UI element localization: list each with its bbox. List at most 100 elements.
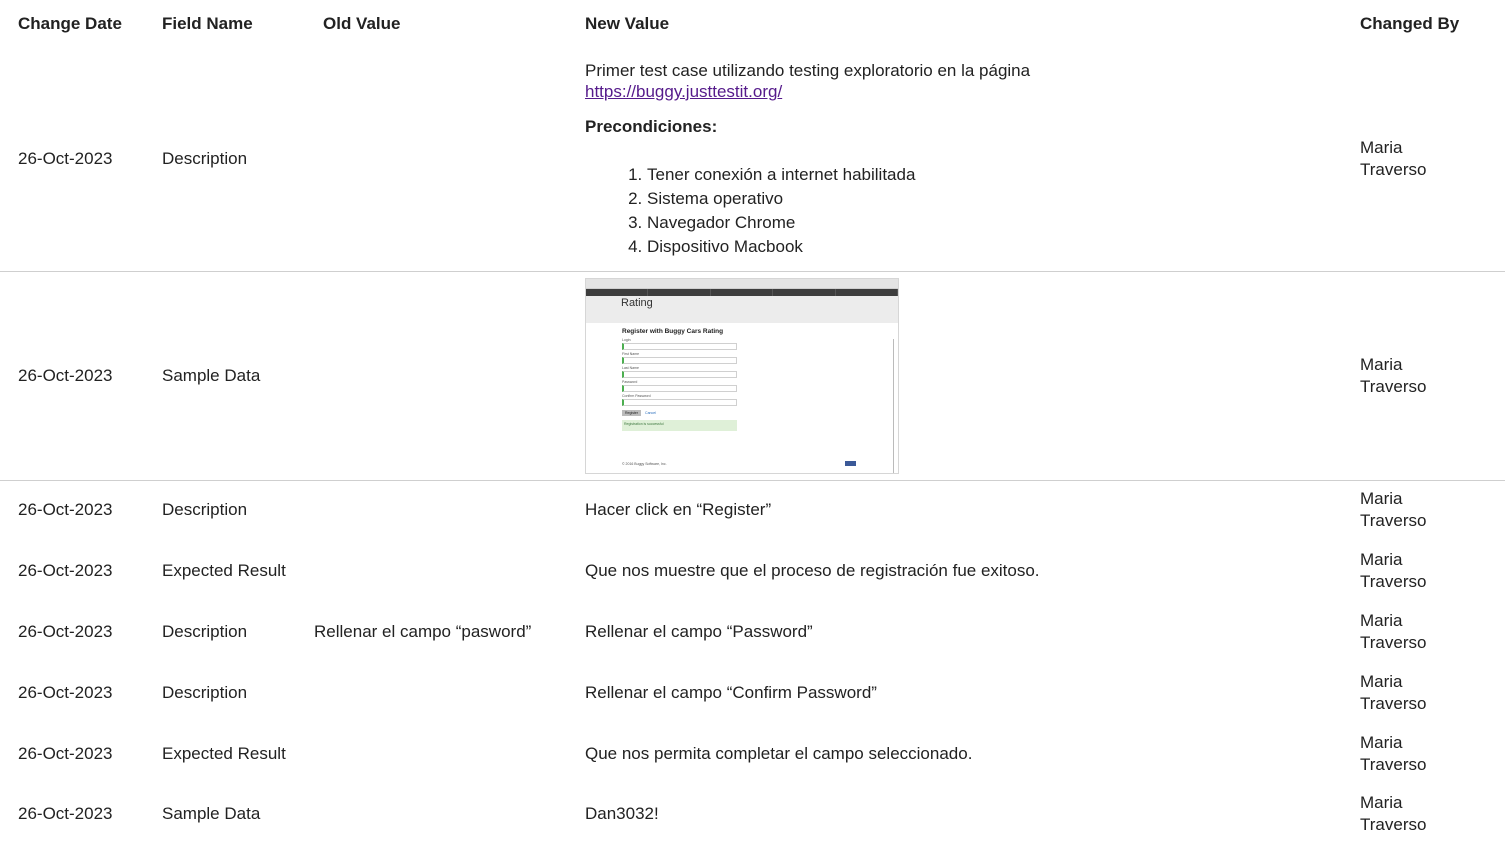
sample-data-screenshot: Rating Register with Buggy Cars Rating L… xyxy=(585,277,899,474)
banner-text: Rating xyxy=(621,296,653,309)
changed-by-last: Traverso xyxy=(1360,160,1427,180)
changed-by-first: Maria xyxy=(1360,138,1403,158)
changed-by-cell: Maria Traverso xyxy=(1357,271,1505,481)
header-change-date: Change Date xyxy=(18,14,122,33)
field-name-cell: Sample Data xyxy=(148,271,309,481)
browser-tab-strip xyxy=(586,288,898,296)
table-row: 26-Oct-2023 Description Rellenar el camp… xyxy=(0,662,1505,723)
new-value-cell: Hacer click en “Register” xyxy=(585,500,772,520)
list-item: Navegador Chrome xyxy=(647,211,1357,235)
changed-by-last: Traverso xyxy=(1360,511,1427,531)
change-date-cell: 26-Oct-2023 xyxy=(0,271,148,481)
changed-by-last: Traverso xyxy=(1360,815,1427,834)
old-value-cell xyxy=(309,723,580,784)
changed-by-first: Maria xyxy=(1360,793,1403,812)
changed-by-last: Traverso xyxy=(1360,693,1427,713)
new-value-cell: Rellenar el campo “Password” xyxy=(585,621,813,641)
change-date-cell: 26-Oct-2023 xyxy=(18,621,113,641)
form-title: Register with Buggy Cars Rating xyxy=(622,327,724,335)
changed-by-first: Maria xyxy=(1360,732,1403,752)
form-label: First Name xyxy=(622,351,640,356)
login-input xyxy=(622,342,737,350)
changed-by-last: Traverso xyxy=(1360,754,1427,774)
header-old-value: Old Value xyxy=(323,14,401,33)
cancel-link: Cancel xyxy=(645,410,656,415)
changed-by-cell: Maria Traverso xyxy=(1357,601,1505,662)
form-label: Password xyxy=(622,379,638,384)
table-row: 26-Oct-2023 Sample Data Rating Register … xyxy=(0,271,1505,481)
change-date-cell: 26-Oct-2023 xyxy=(0,48,148,272)
list-item: Dispositivo Macbook xyxy=(647,235,1357,259)
register-button: Register xyxy=(622,409,642,416)
field-name-cell: Description xyxy=(162,500,248,520)
new-value-cell: Que nos permita completar el campo selec… xyxy=(585,743,973,763)
table-row: 26-Oct-2023 Description Rellenar el camp… xyxy=(0,601,1505,662)
table-row: 26-Oct-2023 Expected Result Que nos mues… xyxy=(0,540,1505,601)
preconditions-list: Tener conexión a internet habilitada Sis… xyxy=(585,163,1357,259)
new-value-cell: Primer test case utilizando testing expl… xyxy=(580,48,1357,272)
change-history-table: Change Date Field Name Old Value New Val… xyxy=(0,0,1505,844)
changed-by-cell: Maria Traverso xyxy=(1357,48,1505,272)
old-value-cell xyxy=(309,662,580,723)
old-value-cell xyxy=(309,540,580,601)
changed-by-last: Traverso xyxy=(1360,571,1427,591)
table-header: Change Date Field Name Old Value New Val… xyxy=(0,0,1505,48)
table-row: 26-Oct-2023 Sample Data Dan3032! Maria T… xyxy=(0,784,1505,844)
list-item: Sistema operativo xyxy=(647,187,1357,211)
new-value-cell: Rellenar el campo “Confirm Password” xyxy=(585,682,877,702)
header-changed-by: Changed By xyxy=(1360,14,1460,33)
screenshot-banner: Rating xyxy=(586,295,898,323)
table-row: 26-Oct-2023 Expected Result Que nos perm… xyxy=(0,723,1505,784)
form-label: Confirm Password xyxy=(622,393,651,398)
old-value-cell xyxy=(309,271,580,481)
change-date-cell: 26-Oct-2023 xyxy=(18,804,113,823)
password-input xyxy=(622,384,737,392)
header-new-value: New Value xyxy=(585,14,670,33)
changed-by-first: Maria xyxy=(1360,671,1403,691)
header-field-name: Field Name xyxy=(162,14,253,33)
first-name-input xyxy=(622,356,737,364)
old-value-cell: Rellenar el campo “pasword” xyxy=(314,621,532,641)
last-name-input xyxy=(622,370,737,378)
changed-by-last: Traverso xyxy=(1360,632,1427,652)
description-text: Primer test case utilizando testing expl… xyxy=(585,60,1357,102)
changed-by-last: Traverso xyxy=(1360,376,1427,396)
table-row: 26-Oct-2023 Description Hacer click en “… xyxy=(0,480,1505,540)
form-label: Last Name xyxy=(622,365,639,370)
new-value-cell: Que nos muestre que el proceso de regist… xyxy=(585,560,1040,580)
field-name-cell: Expected Result xyxy=(162,743,286,763)
change-date-cell: 26-Oct-2023 xyxy=(18,560,113,580)
screenshot-footer: © 2016 Buggy Software, Inc. xyxy=(622,461,667,466)
browser-toolbar xyxy=(586,278,898,289)
old-value-cell xyxy=(309,480,580,540)
change-date-cell: 26-Oct-2023 xyxy=(18,743,113,763)
social-icons xyxy=(845,460,856,466)
changed-by-cell: Maria Traverso xyxy=(1357,480,1505,540)
old-value-cell xyxy=(309,48,580,272)
changed-by-cell: Maria Traverso xyxy=(1357,723,1505,784)
new-value-cell: Dan3032! xyxy=(585,804,659,823)
changed-by-first: Maria xyxy=(1360,549,1403,569)
list-item: Tener conexión a internet habilitada xyxy=(647,163,1357,187)
buggy-site-link[interactable]: https://buggy.justtestit.org/ xyxy=(585,82,782,101)
changed-by-cell: Maria Traverso xyxy=(1357,662,1505,723)
field-name-cell: Sample Data xyxy=(162,804,261,823)
field-name-cell: Description xyxy=(162,682,248,702)
changed-by-first: Maria xyxy=(1360,489,1403,509)
screenshot-scrollbar xyxy=(893,338,894,473)
confirm-password-input xyxy=(622,398,737,406)
register-form: Register with Buggy Cars Rating Login Fi… xyxy=(622,328,737,431)
table-row: 26-Oct-2023 Description Primer test case… xyxy=(0,48,1505,272)
change-date-cell: 26-Oct-2023 xyxy=(18,682,113,702)
field-name-cell: Expected Result xyxy=(162,560,286,580)
form-buttons: Register Cancel xyxy=(622,409,737,416)
changed-by-cell: Maria Traverso xyxy=(1357,540,1505,601)
preconditions-heading: Precondiciones: xyxy=(585,117,718,136)
success-message: Registration is successful xyxy=(622,419,737,431)
description-intro: Primer test case utilizando testing expl… xyxy=(585,61,1031,80)
change-date-cell: 26-Oct-2023 xyxy=(18,500,113,520)
changed-by-cell: Maria Traverso xyxy=(1357,784,1505,844)
changed-by-first: Maria xyxy=(1360,354,1403,374)
old-value-cell xyxy=(309,784,580,844)
new-value-cell: Rating Register with Buggy Cars Rating L… xyxy=(580,271,1357,481)
